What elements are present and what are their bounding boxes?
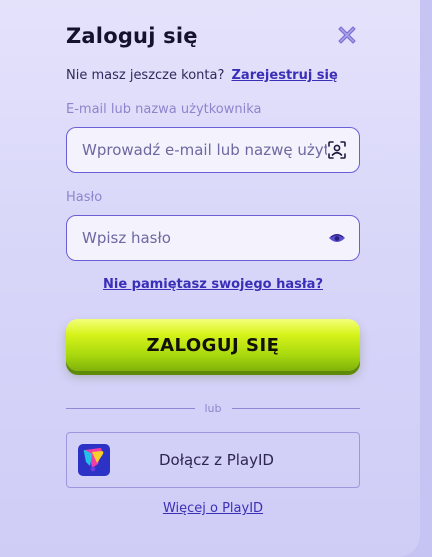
no-account-text: Nie masz jeszcze konta?: [66, 68, 225, 83]
signup-prompt: Nie masz jeszcze konta? Zarejestruj się: [66, 68, 338, 83]
close-icon: [338, 26, 356, 44]
login-button[interactable]: ZALOGUJ SIĘ: [66, 319, 360, 371]
page-title: Zaloguj się: [66, 24, 198, 48]
divider-line-right: [231, 407, 361, 409]
email-field[interactable]: [82, 141, 327, 159]
login-panel: Zaloguj się Nie masz jeszcze konta? Zare…: [0, 0, 420, 557]
eye-icon[interactable]: [327, 228, 347, 248]
playid-button-label: Dołącz z PlayID: [159, 451, 274, 469]
close-button[interactable]: [336, 24, 358, 46]
register-link[interactable]: Zarejestruj się: [232, 68, 338, 83]
password-label: Hasło: [66, 190, 103, 205]
forgot-password-link[interactable]: Nie pamiętasz swojego hasła?: [0, 277, 420, 292]
playid-logo-icon: [78, 444, 110, 476]
more-about-playid-link[interactable]: Więcej o PlayID: [0, 501, 420, 516]
divider-text: lub: [204, 401, 222, 415]
email-label: E-mail lub nazwa użytkownika: [66, 102, 262, 117]
or-divider: lub: [66, 400, 361, 416]
divider-line-left: [66, 407, 195, 409]
password-field-container: [66, 215, 360, 261]
playid-button[interactable]: Dołącz z PlayID: [66, 432, 360, 488]
password-field[interactable]: [82, 229, 327, 247]
face-scan-icon[interactable]: [327, 140, 347, 160]
email-field-container: [66, 127, 360, 173]
